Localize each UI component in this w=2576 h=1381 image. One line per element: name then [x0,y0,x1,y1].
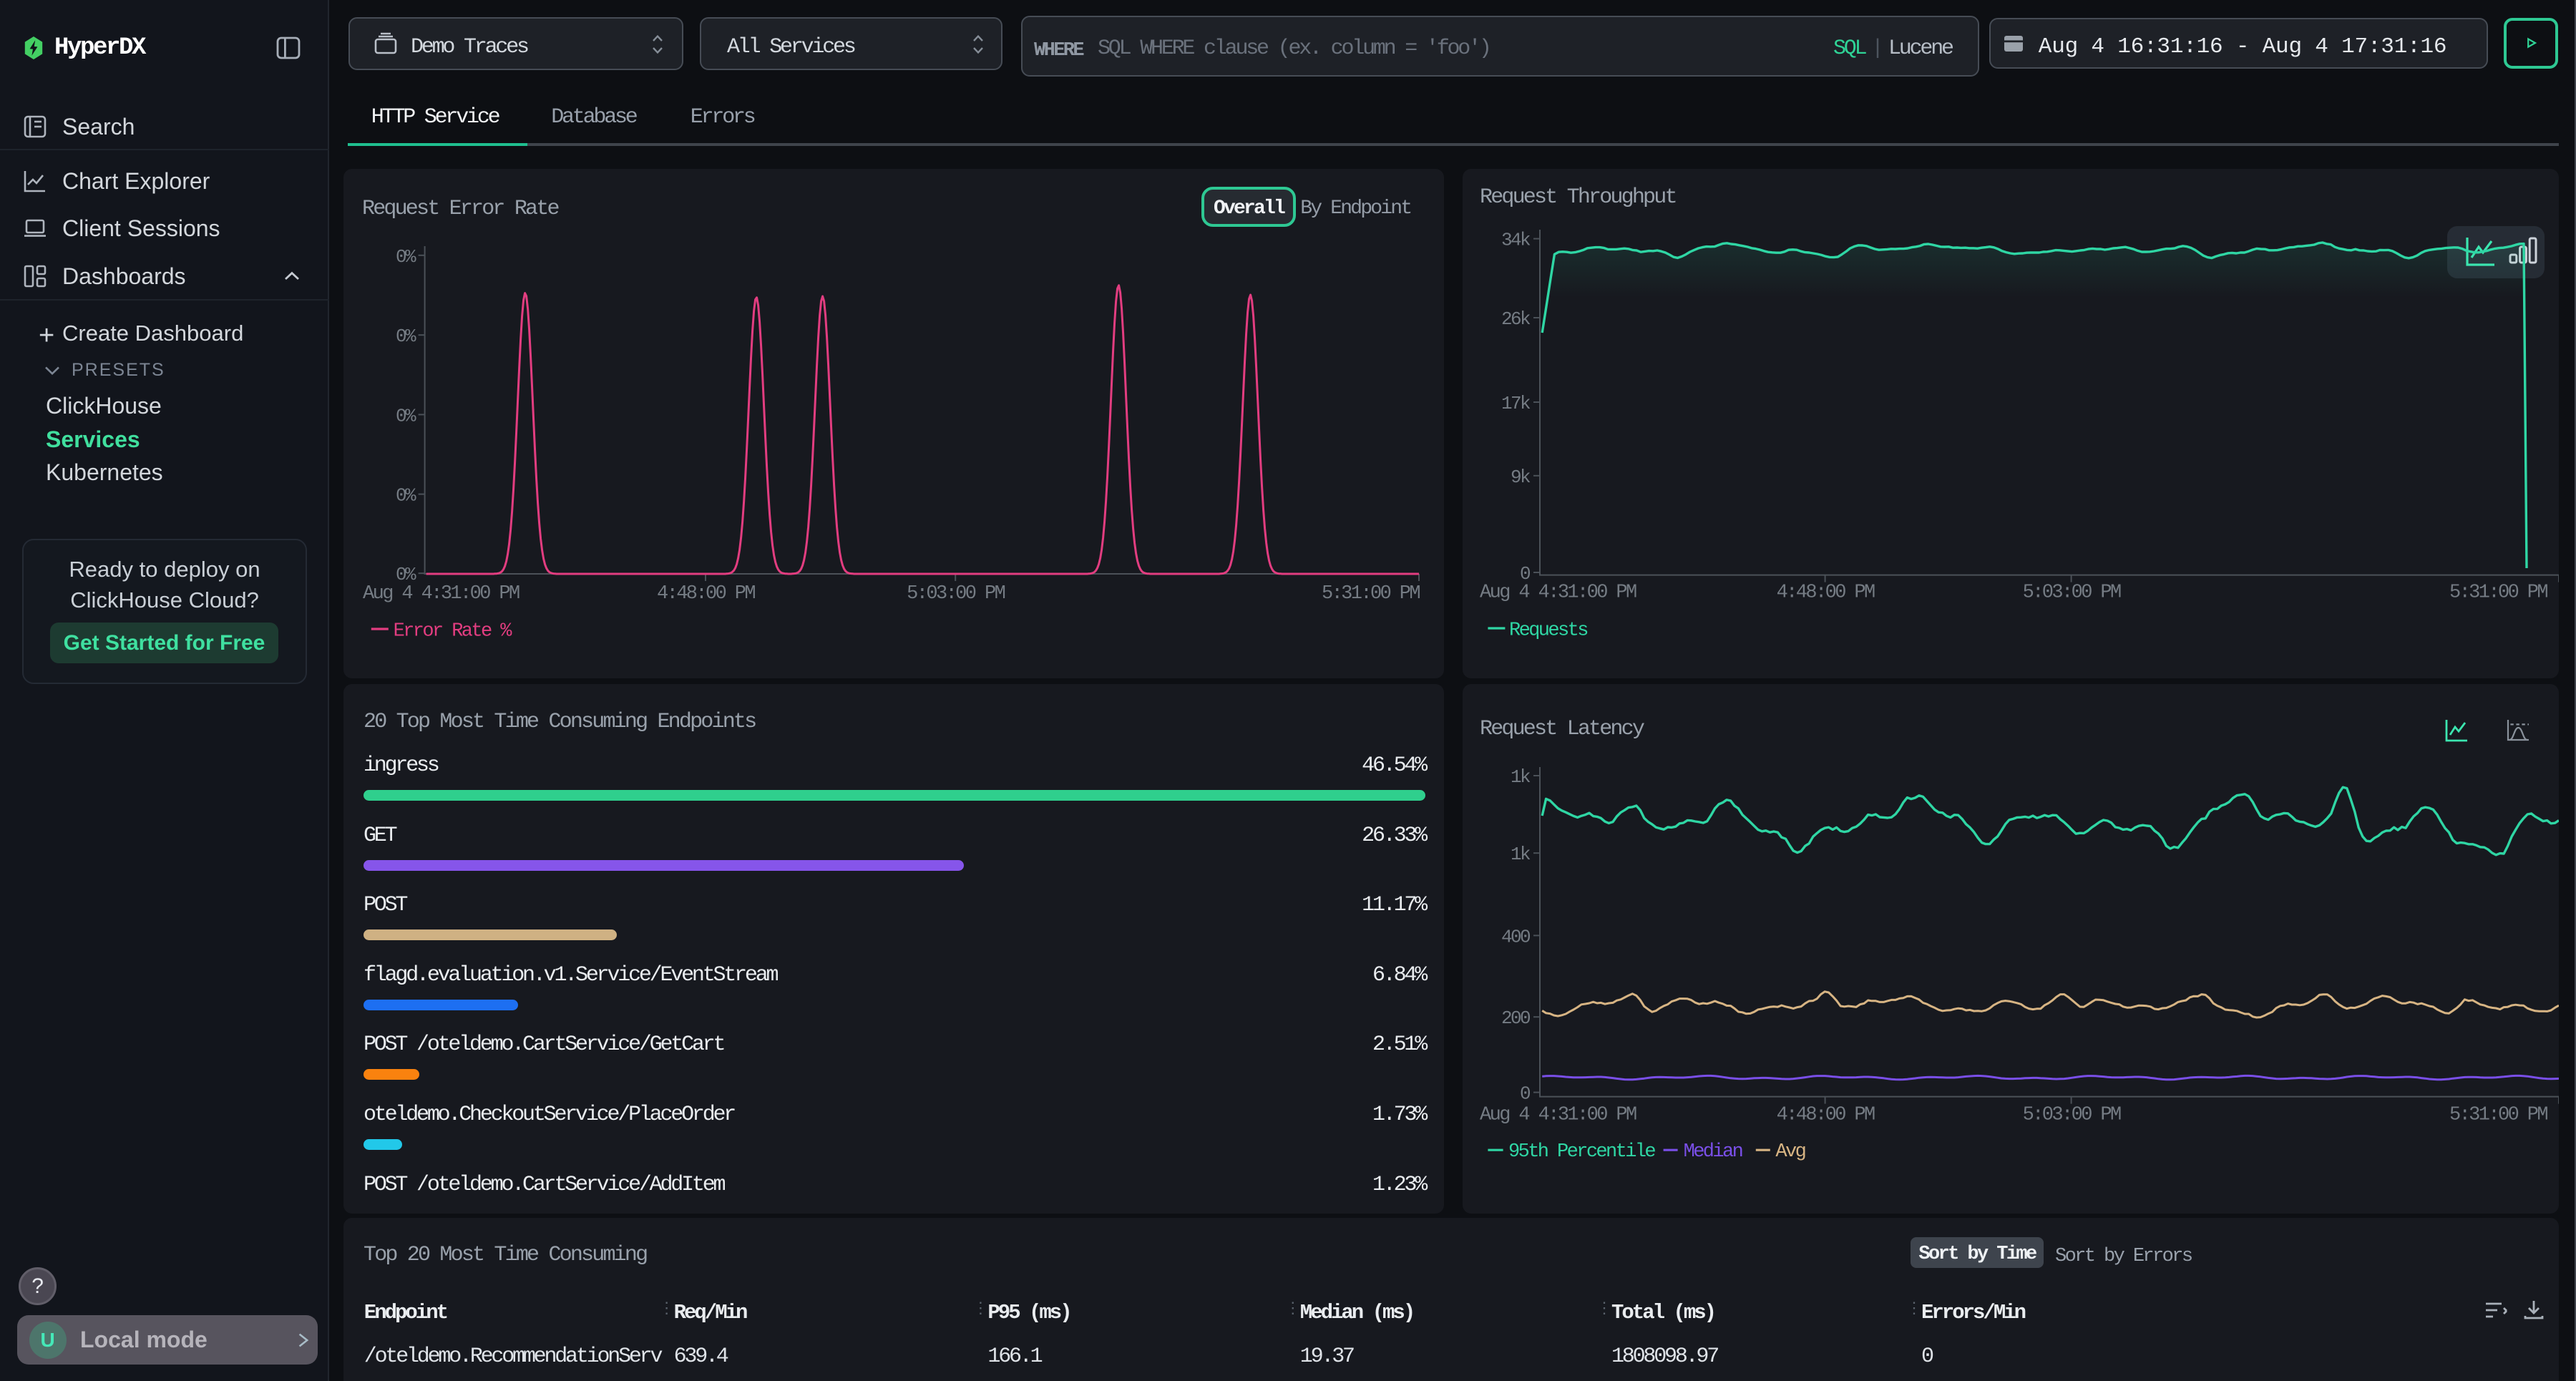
svg-text:1k: 1k [1511,766,1531,788]
svg-text:5:31:00 PM: 5:31:00 PM [1322,583,1420,605]
svg-text:400: 400 [1501,926,1530,947]
svg-text:17k: 17k [1501,393,1531,414]
svg-text:Aug 4 4:31:00 PM: Aug 4 4:31:00 PM [1480,582,1636,603]
svg-text:4:48:00 PM: 4:48:00 PM [1777,582,1875,603]
svg-text:0: 0 [1520,1083,1530,1105]
svg-text:4:48:00 PM: 4:48:00 PM [657,583,755,605]
svg-text:0%: 0% [396,564,416,585]
svg-text:26k: 26k [1501,308,1531,330]
svg-text:Aug 4 4:31:00 PM: Aug 4 4:31:00 PM [1480,1105,1636,1126]
svg-text:0%: 0% [396,246,416,268]
svg-text:200: 200 [1501,1007,1530,1029]
svg-text:9k: 9k [1511,467,1531,488]
svg-text:0%: 0% [396,405,416,426]
svg-text:1k: 1k [1511,844,1531,865]
svg-text:5:31:00 PM: 5:31:00 PM [2449,582,2547,603]
svg-text:Error Rate %: Error Rate % [394,621,513,643]
svg-text:34k: 34k [1501,230,1531,251]
svg-text:Avg: Avg [1775,1141,1805,1163]
svg-text:0%: 0% [396,485,416,507]
svg-text:5:31:00 PM: 5:31:00 PM [2449,1105,2547,1126]
svg-text:5:03:00 PM: 5:03:00 PM [907,583,1005,605]
svg-text:5:03:00 PM: 5:03:00 PM [2023,1105,2121,1126]
svg-text:Median: Median [1684,1141,1742,1163]
svg-text:5:03:00 PM: 5:03:00 PM [2023,582,2121,603]
svg-text:4:48:00 PM: 4:48:00 PM [1777,1105,1875,1126]
svg-text:Aug 4 4:31:00 PM: Aug 4 4:31:00 PM [363,583,519,605]
svg-text:Requests: Requests [1509,620,1587,642]
svg-text:0%: 0% [396,326,416,347]
svg-text:95th Percentile: 95th Percentile [1508,1141,1655,1163]
